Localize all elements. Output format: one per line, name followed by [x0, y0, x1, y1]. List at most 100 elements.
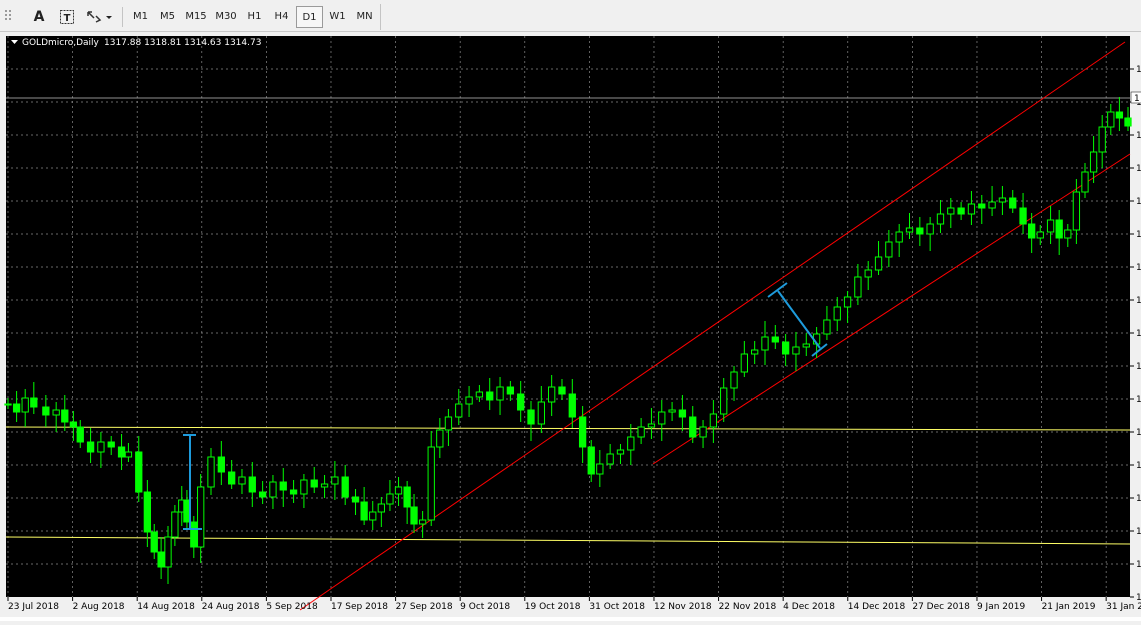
- candle-body: [135, 451, 143, 493]
- candle-body: [86, 441, 95, 453]
- candle-body: [781, 341, 790, 355]
- candle-body: [947, 207, 955, 215]
- candle-body: [527, 409, 535, 425]
- candle-body: [410, 506, 418, 525]
- chart-symbol: GOLDmicro,Daily: [22, 38, 100, 48]
- price-tick-label: 1: [1136, 230, 1141, 240]
- candle-body: [689, 416, 697, 438]
- candle-body: [300, 479, 308, 495]
- candle-body: [792, 346, 800, 355]
- candle-body: [12, 403, 21, 413]
- candle-body: [394, 486, 403, 495]
- candle-body: [874, 256, 883, 271]
- candle-body: [506, 386, 515, 395]
- candle-body: [310, 479, 318, 488]
- svg-text:T: T: [64, 13, 71, 24]
- price-chart[interactable]: GOLDmicro,Daily 1317.88 1318.81 1314.63 …: [0, 32, 1141, 621]
- candle-body: [377, 503, 385, 513]
- candle-body: [217, 456, 225, 473]
- price-tick-label: 1: [1136, 362, 1141, 372]
- timeframe-h1[interactable]: H1: [241, 6, 268, 28]
- time-tick-label: 31 Jan 2019: [1106, 602, 1141, 612]
- price-tick-label: 1: [1136, 164, 1141, 174]
- candle-body: [475, 391, 484, 398]
- toolbar-grip-icon[interactable]: [4, 9, 14, 23]
- chart-window[interactable]: GOLDmicro,Daily 1317.88 1318.81 1314.63 …: [0, 32, 1141, 621]
- price-tick-label: 1: [1136, 263, 1141, 273]
- toolbar-separator: [122, 7, 123, 27]
- candle-body: [771, 336, 779, 343]
- candle-body: [124, 451, 133, 458]
- time-tick-label: 24 Aug 2018: [202, 602, 260, 612]
- candle-body: [548, 386, 556, 403]
- candle-body: [248, 476, 256, 493]
- candle-body: [627, 436, 635, 451]
- text-label-tool-button[interactable]: T: [56, 6, 78, 28]
- timeframe-m15[interactable]: M15: [181, 6, 211, 28]
- candle-body: [1107, 111, 1115, 128]
- candle-body: [465, 396, 473, 405]
- timeframe-m30[interactable]: M30: [211, 6, 241, 28]
- candle-body: [143, 491, 152, 533]
- candle-body: [117, 446, 126, 458]
- candle-body: [967, 203, 976, 215]
- candle-body: [616, 449, 625, 455]
- candle-body: [637, 426, 645, 438]
- candle-body: [1019, 207, 1027, 225]
- candle-body: [854, 276, 862, 298]
- status-strip: [0, 617, 1141, 621]
- candle-body: [341, 476, 349, 498]
- price-tick-label: 1: [1136, 329, 1141, 339]
- candle-body: [197, 486, 205, 548]
- arrows-dropdown-icon: [87, 11, 112, 23]
- candle-body: [436, 429, 444, 448]
- candle-body: [843, 296, 852, 308]
- price-tick-label: 1: [1136, 494, 1141, 504]
- candle-body: [1009, 197, 1017, 209]
- candle-body: [587, 446, 595, 475]
- time-tick-label: 31 Oct 2018: [589, 602, 645, 612]
- candle-body: [207, 456, 215, 488]
- candle-body: [833, 306, 841, 321]
- candle-body: [157, 551, 165, 568]
- candle-body: [740, 353, 748, 373]
- candle-body: [926, 223, 934, 235]
- candle-body: [42, 406, 50, 416]
- price-tick-label: 1: [1136, 131, 1141, 141]
- candle-body: [258, 491, 267, 498]
- timeframe-h4[interactable]: H4: [268, 6, 295, 28]
- text-tool-button[interactable]: A: [28, 6, 50, 28]
- candle-body: [369, 511, 377, 521]
- price-tick-label: 1: [1136, 296, 1141, 306]
- candle-body: [238, 476, 246, 485]
- candle-body: [978, 203, 986, 209]
- candle-body: [52, 409, 60, 416]
- timeframe-d1[interactable]: D1: [296, 6, 323, 28]
- candle-body: [403, 486, 411, 508]
- candle-body: [864, 269, 872, 278]
- timeframe-m5[interactable]: M5: [154, 6, 181, 28]
- price-tick-label: 1: [1136, 461, 1141, 471]
- candle-body: [885, 241, 893, 258]
- chart-header: GOLDmicro,Daily 1317.88 1318.81 1314.63 …: [11, 38, 261, 48]
- candle-body: [320, 483, 329, 488]
- timeframe-w1[interactable]: W1: [324, 6, 351, 28]
- time-tick-label: 27 Sep 2018: [396, 602, 453, 612]
- candle-body: [802, 343, 810, 348]
- candle-body: [289, 489, 298, 495]
- toolbar-end-separator: [380, 4, 381, 30]
- candle-body: [517, 393, 525, 411]
- price-marker: 1: [1130, 91, 1141, 104]
- candle-body: [444, 416, 453, 431]
- candle-body: [1036, 231, 1044, 239]
- time-tick-label: 5 Sep 2018: [266, 602, 318, 612]
- candle-body: [668, 409, 676, 413]
- price-tick-label: 1: [1136, 560, 1141, 570]
- price-tick-label: 1: [1136, 197, 1141, 207]
- timeframe-mn[interactable]: MN: [351, 6, 378, 28]
- time-tick-label: 9 Oct 2018: [460, 602, 510, 612]
- timeframe-m1[interactable]: M1: [127, 6, 154, 28]
- candle-body: [1046, 219, 1055, 233]
- candle-body: [61, 409, 69, 423]
- arrows-tool-button[interactable]: [84, 6, 116, 28]
